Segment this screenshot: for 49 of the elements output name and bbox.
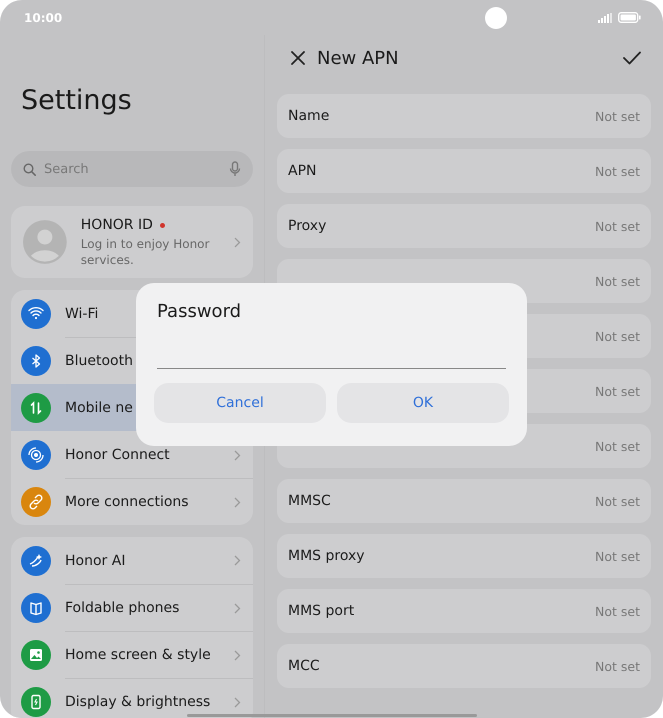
settings-item[interactable]: Home screen & style: [11, 631, 253, 678]
apn-field-row[interactable]: MCC Not set: [277, 644, 651, 688]
account-card[interactable]: HONOR ID Log in to enjoy Honor services.: [11, 206, 253, 278]
field-value: Not set: [595, 384, 640, 398]
apn-field-row[interactable]: MMS proxy Not set: [277, 534, 651, 578]
account-name: HONOR ID: [80, 216, 153, 232]
account-subtitle: Log in to enjoy Honor services.: [80, 236, 210, 268]
field-label: MMS proxy: [288, 548, 365, 564]
apn-field-row[interactable]: Proxy Not set: [277, 204, 651, 248]
close-icon[interactable]: [291, 51, 305, 65]
field-label: Proxy: [288, 218, 326, 234]
apn-field-row[interactable]: MMS port Not set: [277, 589, 651, 633]
settings-item[interactable]: Honor AI: [11, 537, 253, 584]
dialog-title: Password: [157, 301, 242, 322]
field-value: Not set: [595, 108, 640, 124]
chevron-icon: [234, 236, 241, 248]
dialog-button[interactable]: Cancel: [154, 383, 326, 423]
apn-field-row[interactable]: Name Not set: [277, 94, 651, 138]
settings-item[interactable]: More connections: [11, 478, 253, 525]
field-label: MMS port: [288, 603, 354, 619]
apn-field-row[interactable]: APN Not set: [277, 149, 651, 193]
field-value: Not set: [595, 328, 640, 344]
field-value: Not set: [595, 164, 640, 178]
field-value: Not set: [595, 494, 640, 508]
settings-title: Settings: [21, 85, 133, 118]
signal-icon: [598, 12, 612, 22]
search-input[interactable]: Search: [42, 160, 223, 178]
field-label: MMSC: [288, 493, 331, 509]
dialog-button[interactable]: OK: [337, 383, 509, 423]
field-label: Name: [288, 108, 330, 124]
apn-field-row[interactable]: MMSC Not set: [277, 479, 651, 523]
field-label: MCC: [288, 658, 320, 674]
settings-item[interactable]: Honor Connect: [11, 431, 253, 478]
field-value: Not set: [595, 604, 640, 618]
battery-icon: [618, 12, 641, 23]
search-field[interactable]: Search: [11, 151, 253, 187]
field-label: APN: [288, 163, 316, 179]
field-value: Not set: [595, 218, 640, 234]
avatar-icon: [23, 220, 67, 264]
field-value: Not set: [595, 548, 640, 564]
search-icon: [23, 162, 36, 176]
status-time: 10:00: [24, 10, 62, 24]
field-value: Not set: [595, 274, 640, 288]
field-value: Not set: [595, 658, 640, 674]
camera-cutout: [485, 7, 507, 29]
field-value: Not set: [595, 438, 640, 454]
checkmark-icon[interactable]: [623, 51, 641, 65]
settings-item[interactable]: Foldable phones: [11, 584, 253, 631]
screen-title: New APN: [317, 48, 399, 68]
